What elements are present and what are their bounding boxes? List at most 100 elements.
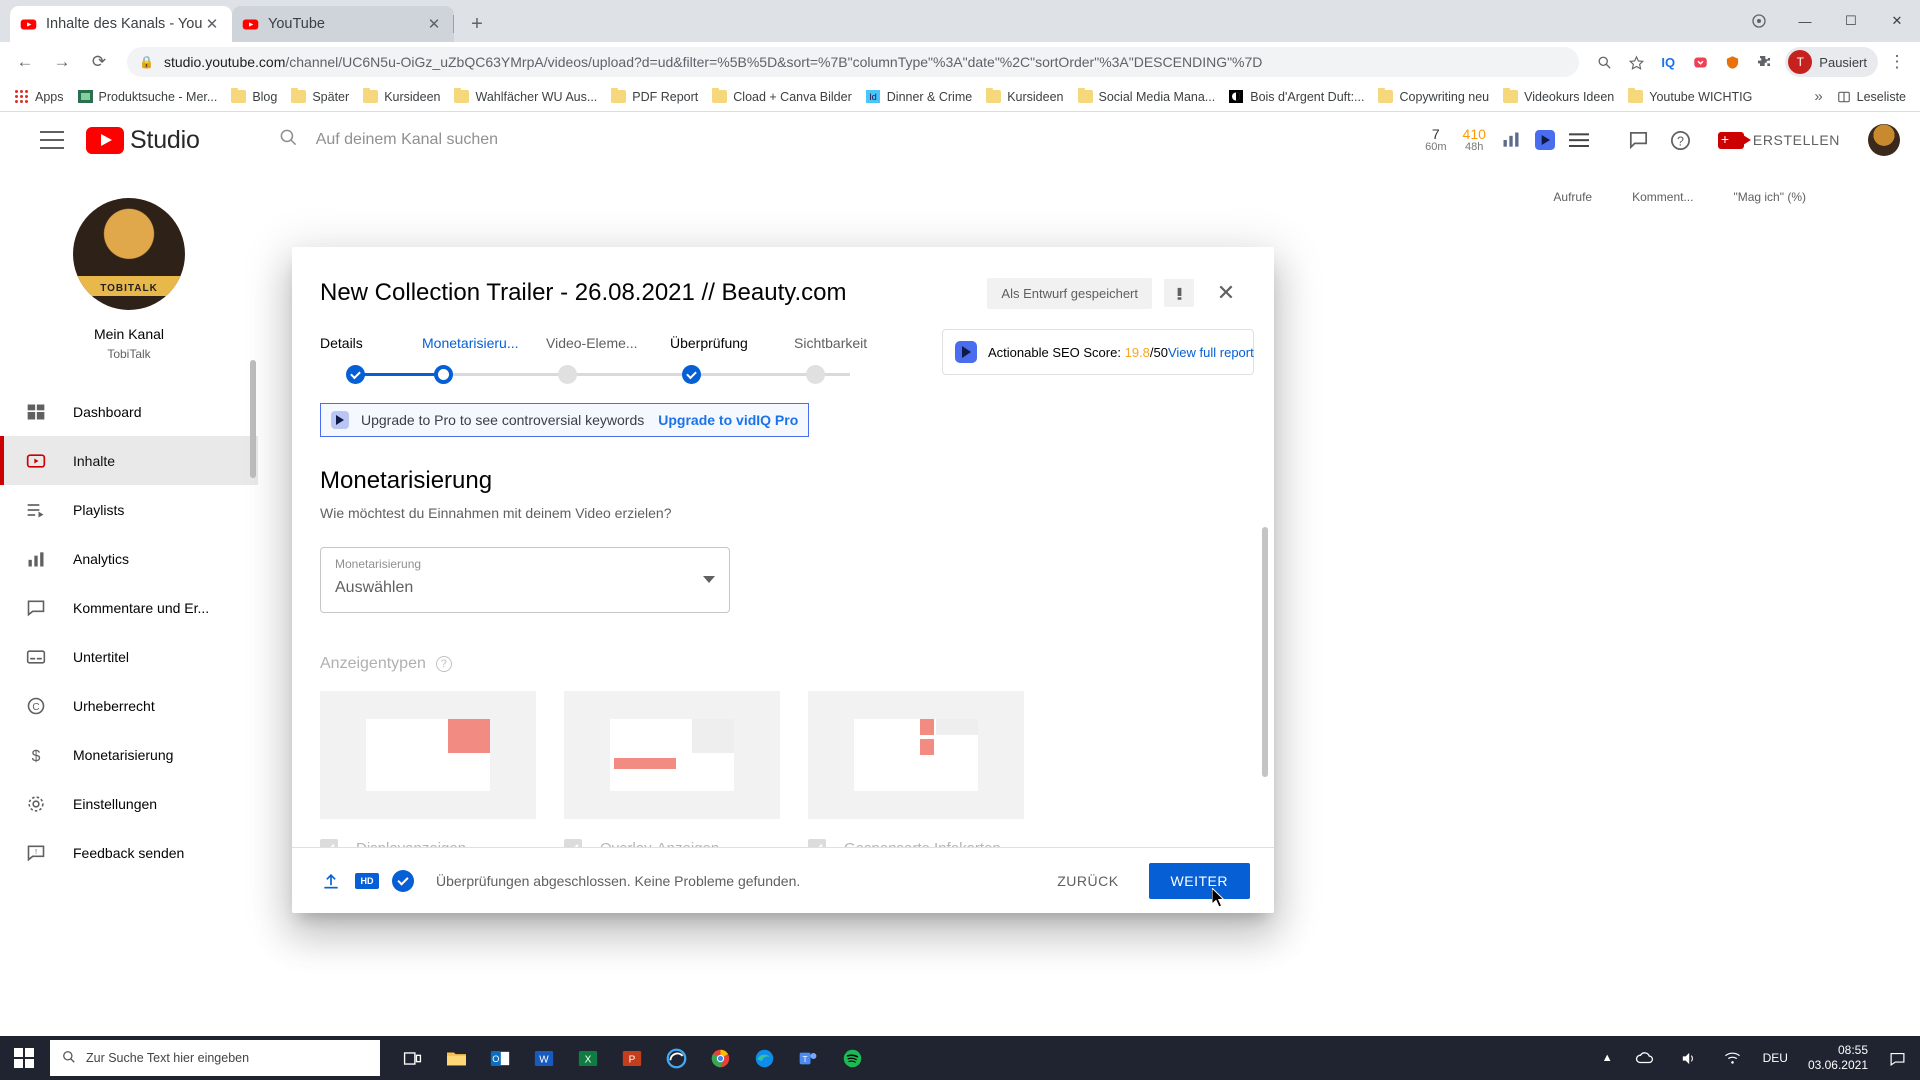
ad-type-card[interactable] (808, 691, 1024, 819)
taskbar-clock[interactable]: 08:55 03.06.2021 (1808, 1043, 1868, 1073)
dialog-scrollbar[interactable] (1262, 527, 1268, 777)
step-dot-monetarisierung[interactable] (434, 365, 453, 384)
view-full-report-link[interactable]: View full report (1168, 345, 1254, 360)
vidiq-logo-icon[interactable] (1534, 129, 1556, 151)
sidebar-item-untertitel[interactable]: Untertitel (0, 632, 258, 681)
address-bar[interactable]: 🔒 studio.youtube.com/channel/UC6N5u-OiGz… (127, 47, 1580, 77)
vidiq-upgrade-banner[interactable]: Upgrade to Pro to see controversial keyw… (320, 403, 810, 437)
chrome-icon[interactable] (698, 1036, 742, 1080)
close-icon[interactable]: ✕ (1206, 273, 1246, 313)
reload-button[interactable]: ⟳ (82, 45, 116, 79)
ad-type-card[interactable] (320, 691, 536, 819)
chevron-up-icon[interactable]: ▲ (1602, 1052, 1613, 1064)
tab-close-icon[interactable]: ✕ (202, 14, 222, 34)
help-circle-icon[interactable]: ? (435, 656, 452, 672)
reading-list-button[interactable]: Leseliste (1831, 90, 1912, 104)
sidebar-item-urheberrecht[interactable]: C Urheberrecht (0, 681, 258, 730)
bookmark-item[interactable]: PDF Report (604, 85, 705, 109)
vidiq-menu-icon[interactable] (1568, 129, 1590, 151)
bookmark-item[interactable]: Bois d'Argent Duft:... (1222, 85, 1371, 109)
checkbox-overlay-anzeigen[interactable] (564, 839, 582, 847)
ad-option-row[interactable]: Overlay-Anzeigen (564, 839, 780, 847)
bookmark-item[interactable]: Id Dinner & Crime (859, 85, 979, 109)
step-dot-details[interactable] (346, 365, 365, 384)
extension-tray-icon[interactable] (1736, 0, 1782, 42)
bookmarks-overflow-button[interactable]: » (1806, 88, 1830, 105)
task-view-icon[interactable] (390, 1036, 434, 1080)
notification-icon[interactable] (1880, 1036, 1914, 1080)
ad-option-row[interactable]: Gesponserte Infokarten (808, 839, 1024, 847)
ad-type-option[interactable]: Overlay-Anzeigen (564, 819, 780, 847)
network-icon[interactable] (1711, 1036, 1755, 1080)
edge-legacy-icon[interactable] (654, 1036, 698, 1080)
hamburger-menu-icon[interactable] (40, 131, 64, 149)
bookmark-item[interactable]: Blog (224, 85, 284, 109)
language-indicator[interactable]: DEU (1763, 1051, 1788, 1065)
ad-type-option[interactable]: Gesponserte Infokarten (808, 819, 1024, 847)
ad-type-option[interactable]: Displayanzeigen (320, 819, 536, 847)
step-dot-sichtbarkeit[interactable] (806, 365, 825, 384)
step-dot-ueberpruefung[interactable] (682, 365, 701, 384)
bookmark-item[interactable]: Copywriting neu (1371, 85, 1496, 109)
bookmark-item[interactable]: Kursideen (356, 85, 447, 109)
browser-tab-active[interactable]: Inhalte des Kanals - YouTube Stu ✕ (10, 6, 232, 42)
pocket-extension-icon[interactable] (1685, 47, 1715, 77)
bookmark-item[interactable]: Videokurs Ideen (1496, 85, 1621, 109)
bookmark-item[interactable]: Später (284, 85, 356, 109)
checkbox-displayanzeigen[interactable] (320, 839, 338, 847)
bookmark-apps[interactable]: Apps (8, 85, 71, 109)
spotify-icon[interactable] (830, 1036, 874, 1080)
monetization-select[interactable]: Monetarisierung Auswählen (320, 547, 730, 613)
windows-start-icon[interactable] (0, 1036, 48, 1080)
bookmark-item[interactable]: Social Media Mana... (1071, 85, 1223, 109)
help-icon[interactable]: ? (1660, 119, 1702, 161)
sidebar-scrollbar[interactable] (250, 360, 256, 478)
excel-icon[interactable]: X (566, 1036, 610, 1080)
new-tab-button[interactable]: + (462, 9, 492, 39)
avatar[interactable] (1868, 124, 1900, 156)
taskbar-search-input[interactable]: Zur Suche Text hier eingeben (50, 1040, 380, 1076)
bookmark-item[interactable]: Produktsuche - Mer... (71, 85, 225, 109)
sidebar-item-einstellungen[interactable]: Einstellungen (0, 779, 258, 828)
back-button[interactable]: ZURÜCK (1041, 863, 1134, 899)
sidebar-item-playlists[interactable]: Playlists (0, 485, 258, 534)
outlook-icon[interactable]: O (478, 1036, 522, 1080)
kebab-menu-icon[interactable]: ⋮ (1882, 45, 1912, 79)
zoom-icon[interactable] (1589, 47, 1619, 77)
checkbox-gesponserte-infokarten[interactable] (808, 839, 826, 847)
profile-chip[interactable]: T Pausiert (1785, 47, 1878, 77)
star-icon[interactable] (1621, 47, 1651, 77)
ad-option-row[interactable]: Displayanzeigen (320, 839, 536, 847)
warning-icon[interactable] (1164, 279, 1194, 307)
onedrive-icon[interactable] (1623, 1036, 1667, 1080)
ad-type-card[interactable] (564, 691, 780, 819)
step-dot-video-elemente[interactable] (558, 365, 577, 384)
volume-icon[interactable] (1667, 1036, 1711, 1080)
bookmark-item[interactable]: Cload + Canva Bilder (705, 85, 858, 109)
window-close-button[interactable]: ✕ (1874, 0, 1920, 42)
sidebar-item-monetarisierung[interactable]: $ Monetarisierung (0, 730, 258, 779)
sidebar-item-inhalte[interactable]: Inhalte (0, 436, 258, 485)
puzzle-extension-icon[interactable] (1749, 47, 1779, 77)
sidebar-item-kommentare[interactable]: Kommentare und Er... (0, 583, 258, 632)
sidebar-item-feedback[interactable]: ! Feedback senden (0, 828, 258, 877)
forward-button[interactable]: → (45, 45, 79, 79)
bookmark-item[interactable]: Youtube WICHTIG (1621, 85, 1759, 109)
tab-close-icon[interactable]: ✕ (424, 14, 444, 34)
bookmark-item[interactable]: Wahlfächer WU Aus... (447, 85, 604, 109)
next-button[interactable]: WEITER (1148, 862, 1250, 899)
upgrade-link[interactable]: Upgrade to vidIQ Pro (658, 412, 798, 428)
step-label-details[interactable]: Details (320, 335, 422, 351)
channel-search-input[interactable]: Auf deinem Kanal suchen (279, 125, 683, 155)
teams-icon[interactable]: T (786, 1036, 830, 1080)
step-label-ueberpruefung[interactable]: Überprüfung (670, 335, 794, 351)
sidebar-item-analytics[interactable]: Analytics (0, 534, 258, 583)
sidebar-item-dashboard[interactable]: Dashboard (0, 387, 258, 436)
back-button[interactable]: ← (8, 45, 42, 79)
feedback-icon[interactable] (1618, 119, 1660, 161)
step-label-monetarisierung[interactable]: Monetarisieru... (422, 335, 546, 351)
window-minimize-button[interactable]: — (1782, 0, 1828, 42)
powerpoint-icon[interactable]: P (610, 1036, 654, 1080)
file-explorer-icon[interactable] (434, 1036, 478, 1080)
word-icon[interactable]: W (522, 1036, 566, 1080)
